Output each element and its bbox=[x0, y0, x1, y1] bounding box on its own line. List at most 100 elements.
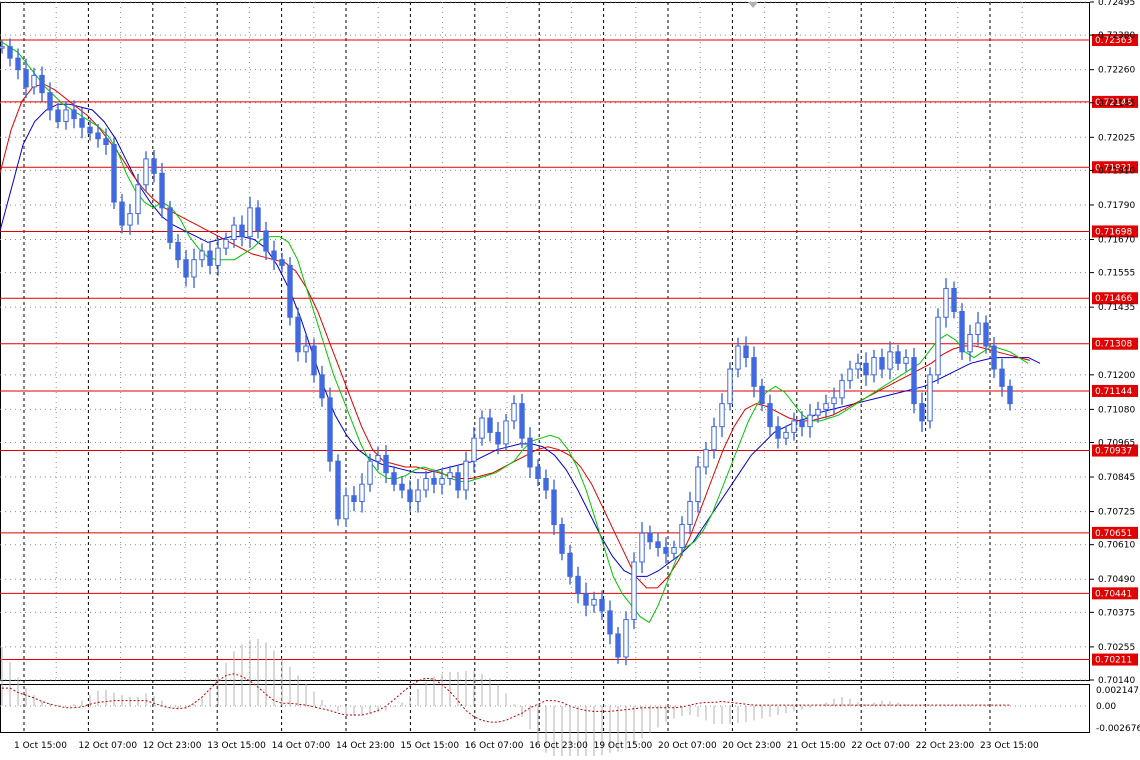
candle-body bbox=[127, 213, 133, 226]
candle-body bbox=[207, 250, 213, 266]
candle-body bbox=[799, 420, 805, 428]
indicator-tick-label: 0.002147 bbox=[1096, 686, 1139, 696]
price-tick-label: 0.72495 bbox=[1098, 0, 1135, 8]
candle-body bbox=[303, 345, 309, 353]
candle-body bbox=[495, 431, 501, 445]
price-tick-label: 0.71080 bbox=[1098, 405, 1135, 415]
time-tick-label: 13 Oct 15:00 bbox=[207, 741, 266, 751]
time-tick-label: 12 Oct 07:00 bbox=[78, 741, 137, 751]
candle-body bbox=[567, 552, 573, 577]
candle-body bbox=[471, 437, 477, 462]
candle-body bbox=[823, 403, 829, 410]
time-tick-label: 16 Oct 23:00 bbox=[529, 741, 588, 751]
candle-body bbox=[815, 408, 821, 416]
candle-body bbox=[455, 472, 461, 491]
candle-body bbox=[895, 351, 901, 364]
candle-body bbox=[439, 477, 445, 485]
price-chart[interactable]: 0.723630.721480.719210.716980.714660.713… bbox=[0, 0, 1140, 760]
price-tick-label: 0.71555 bbox=[1098, 269, 1135, 279]
level-label: 0.71144 bbox=[1095, 387, 1132, 397]
candle-body bbox=[511, 403, 517, 422]
candle-body bbox=[711, 426, 717, 451]
time-tick-label: 20 Oct 23:00 bbox=[722, 741, 781, 751]
candle-body bbox=[263, 230, 269, 252]
candle-body bbox=[135, 184, 141, 215]
candle-body bbox=[287, 264, 293, 318]
time-tick-label: 16 Oct 07:00 bbox=[465, 741, 524, 751]
candle-body bbox=[367, 460, 373, 485]
candle-body bbox=[975, 322, 981, 336]
candle-body bbox=[655, 541, 661, 549]
candle-body bbox=[631, 561, 637, 621]
candle-body bbox=[543, 477, 549, 491]
candle-body bbox=[175, 241, 181, 261]
price-tick-label: 0.71910 bbox=[1098, 166, 1135, 176]
candle-body bbox=[591, 598, 597, 606]
candle-body bbox=[583, 593, 589, 606]
price-tick-label: 0.70490 bbox=[1098, 575, 1135, 585]
candle-body bbox=[871, 357, 877, 376]
candle-body bbox=[143, 158, 149, 186]
candle-body bbox=[663, 547, 669, 554]
price-tick-label: 0.71435 bbox=[1098, 303, 1135, 313]
candle-body bbox=[855, 362, 861, 370]
candle-body bbox=[879, 357, 885, 370]
candle-body bbox=[407, 489, 413, 503]
candle-body bbox=[839, 380, 845, 399]
time-tick-label: 21 Oct 15:00 bbox=[787, 741, 846, 751]
candle-body bbox=[791, 420, 797, 433]
price-tick-label: 0.71670 bbox=[1098, 236, 1135, 246]
indicator-tick-label: -0.002676 bbox=[1096, 724, 1140, 734]
candle-body bbox=[183, 259, 189, 278]
candle-body bbox=[527, 437, 533, 468]
candle-body bbox=[151, 158, 157, 174]
candle-body bbox=[727, 368, 733, 405]
indicator-tick-label: 0.00 bbox=[1096, 702, 1116, 712]
candle-body bbox=[503, 420, 509, 445]
candle-body bbox=[71, 109, 77, 120]
price-tick-label: 0.72260 bbox=[1098, 66, 1135, 76]
candle-body bbox=[615, 633, 621, 658]
candle-body bbox=[415, 489, 421, 503]
candle-body bbox=[279, 259, 285, 266]
candle-body bbox=[39, 74, 45, 94]
price-tick-label: 0.72380 bbox=[1098, 31, 1135, 41]
candle-body bbox=[311, 345, 317, 376]
candle-body bbox=[199, 250, 205, 261]
candle-body bbox=[927, 374, 933, 422]
candle-body bbox=[55, 109, 61, 122]
candle-body bbox=[1007, 385, 1013, 405]
candle-body bbox=[231, 224, 237, 241]
candle-body bbox=[159, 172, 165, 209]
candle-body bbox=[359, 483, 365, 503]
candle-body bbox=[351, 495, 357, 503]
candle-body bbox=[735, 345, 741, 370]
candle-body bbox=[647, 532, 653, 543]
candle-body bbox=[943, 287, 949, 318]
candle-body bbox=[375, 454, 381, 462]
candle-body bbox=[863, 362, 869, 376]
candle-body bbox=[431, 477, 437, 485]
candle-body bbox=[999, 368, 1005, 387]
candle-body bbox=[119, 201, 125, 226]
price-tick-label: 0.72025 bbox=[1098, 133, 1135, 143]
candle-body bbox=[983, 322, 989, 347]
candle-body bbox=[295, 316, 301, 353]
candle-body bbox=[479, 417, 485, 439]
price-tick-label: 0.70255 bbox=[1098, 643, 1135, 653]
candle-body bbox=[23, 69, 29, 88]
candle-body bbox=[391, 472, 397, 485]
candle-body bbox=[831, 397, 837, 405]
level-label: 0.70441 bbox=[1095, 589, 1132, 599]
candle-body bbox=[103, 138, 109, 146]
candle-body bbox=[519, 403, 525, 439]
time-tick-label: 15 Oct 15:00 bbox=[400, 741, 459, 751]
candle-body bbox=[887, 351, 893, 370]
candle-body bbox=[847, 368, 853, 382]
candle-body bbox=[551, 489, 557, 526]
time-tick-label: 23 Oct 15:00 bbox=[980, 741, 1039, 751]
price-tick-label: 0.70965 bbox=[1098, 438, 1135, 448]
candle-body bbox=[575, 575, 581, 595]
candle-body bbox=[463, 460, 469, 491]
candle-body bbox=[639, 532, 645, 563]
